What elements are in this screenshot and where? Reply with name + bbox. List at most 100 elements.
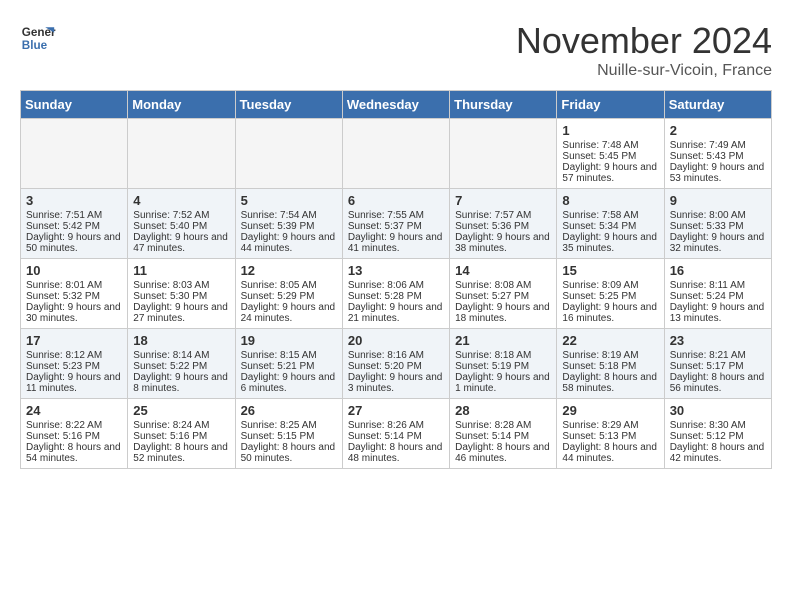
calendar-week: 17Sunrise: 8:12 AMSunset: 5:23 PMDayligh…	[21, 329, 772, 399]
day-number: 12	[241, 263, 337, 278]
calendar-cell: 11Sunrise: 8:03 AMSunset: 5:30 PMDayligh…	[128, 259, 235, 329]
dow-header: Monday	[128, 91, 235, 119]
calendar-cell	[128, 119, 235, 189]
calendar-table: SundayMondayTuesdayWednesdayThursdayFrid…	[20, 90, 772, 469]
dow-header: Tuesday	[235, 91, 342, 119]
day-info: Sunrise: 7:54 AM	[241, 210, 337, 221]
calendar-cell: 1Sunrise: 7:48 AMSunset: 5:45 PMDaylight…	[557, 119, 664, 189]
day-info: Sunrise: 8:26 AM	[348, 420, 444, 431]
day-number: 6	[348, 193, 444, 208]
day-info: Sunrise: 8:16 AM	[348, 350, 444, 361]
day-number: 28	[455, 403, 551, 418]
day-info: Daylight: 8 hours and 44 minutes.	[562, 442, 658, 464]
day-number: 16	[670, 263, 766, 278]
calendar-cell: 6Sunrise: 7:55 AMSunset: 5:37 PMDaylight…	[342, 189, 449, 259]
day-number: 19	[241, 333, 337, 348]
day-number: 10	[26, 263, 122, 278]
day-number: 8	[562, 193, 658, 208]
days-of-week-row: SundayMondayTuesdayWednesdayThursdayFrid…	[21, 91, 772, 119]
day-info: Sunrise: 8:29 AM	[562, 420, 658, 431]
day-info: Daylight: 9 hours and 57 minutes.	[562, 162, 658, 184]
calendar-cell: 16Sunrise: 8:11 AMSunset: 5:24 PMDayligh…	[664, 259, 771, 329]
calendar-cell: 18Sunrise: 8:14 AMSunset: 5:22 PMDayligh…	[128, 329, 235, 399]
calendar-cell	[235, 119, 342, 189]
day-info: Sunset: 5:25 PM	[562, 291, 658, 302]
day-info: Daylight: 9 hours and 44 minutes.	[241, 232, 337, 254]
day-info: Daylight: 8 hours and 50 minutes.	[241, 442, 337, 464]
calendar-week: 1Sunrise: 7:48 AMSunset: 5:45 PMDaylight…	[21, 119, 772, 189]
day-info: Sunrise: 7:57 AM	[455, 210, 551, 221]
calendar-cell: 7Sunrise: 7:57 AMSunset: 5:36 PMDaylight…	[450, 189, 557, 259]
day-info: Sunset: 5:24 PM	[670, 291, 766, 302]
day-info: Sunrise: 8:28 AM	[455, 420, 551, 431]
day-number: 13	[348, 263, 444, 278]
day-info: Daylight: 8 hours and 58 minutes.	[562, 372, 658, 394]
dow-header: Thursday	[450, 91, 557, 119]
day-number: 5	[241, 193, 337, 208]
day-info: Daylight: 9 hours and 6 minutes.	[241, 372, 337, 394]
day-info: Sunrise: 8:05 AM	[241, 280, 337, 291]
day-info: Sunrise: 8:18 AM	[455, 350, 551, 361]
calendar-cell: 13Sunrise: 8:06 AMSunset: 5:28 PMDayligh…	[342, 259, 449, 329]
day-info: Daylight: 8 hours and 56 minutes.	[670, 372, 766, 394]
day-number: 11	[133, 263, 229, 278]
calendar-cell: 28Sunrise: 8:28 AMSunset: 5:14 PMDayligh…	[450, 399, 557, 469]
day-info: Daylight: 8 hours and 48 minutes.	[348, 442, 444, 464]
day-info: Daylight: 9 hours and 18 minutes.	[455, 302, 551, 324]
month-title: November 2024	[516, 20, 772, 62]
day-info: Daylight: 9 hours and 53 minutes.	[670, 162, 766, 184]
day-info: Sunrise: 8:19 AM	[562, 350, 658, 361]
day-info: Sunrise: 7:48 AM	[562, 140, 658, 151]
day-info: Sunrise: 8:00 AM	[670, 210, 766, 221]
day-info: Sunset: 5:45 PM	[562, 151, 658, 162]
calendar-cell: 12Sunrise: 8:05 AMSunset: 5:29 PMDayligh…	[235, 259, 342, 329]
day-number: 7	[455, 193, 551, 208]
day-info: Sunset: 5:21 PM	[241, 361, 337, 372]
logo: General Blue	[20, 20, 56, 56]
day-number: 26	[241, 403, 337, 418]
calendar-cell: 27Sunrise: 8:26 AMSunset: 5:14 PMDayligh…	[342, 399, 449, 469]
day-number: 24	[26, 403, 122, 418]
day-info: Sunset: 5:40 PM	[133, 221, 229, 232]
calendar-body: 1Sunrise: 7:48 AMSunset: 5:45 PMDaylight…	[21, 119, 772, 469]
calendar-cell: 3Sunrise: 7:51 AMSunset: 5:42 PMDaylight…	[21, 189, 128, 259]
day-info: Sunrise: 8:14 AM	[133, 350, 229, 361]
day-info: Sunset: 5:43 PM	[670, 151, 766, 162]
day-info: Sunrise: 8:30 AM	[670, 420, 766, 431]
day-info: Daylight: 9 hours and 38 minutes.	[455, 232, 551, 254]
calendar-cell: 19Sunrise: 8:15 AMSunset: 5:21 PMDayligh…	[235, 329, 342, 399]
day-info: Sunrise: 8:25 AM	[241, 420, 337, 431]
day-info: Sunset: 5:33 PM	[670, 221, 766, 232]
day-info: Sunset: 5:12 PM	[670, 431, 766, 442]
day-info: Daylight: 9 hours and 27 minutes.	[133, 302, 229, 324]
day-number: 27	[348, 403, 444, 418]
day-info: Sunrise: 7:58 AM	[562, 210, 658, 221]
day-info: Sunset: 5:20 PM	[348, 361, 444, 372]
calendar-cell: 8Sunrise: 7:58 AMSunset: 5:34 PMDaylight…	[557, 189, 664, 259]
calendar-cell: 9Sunrise: 8:00 AMSunset: 5:33 PMDaylight…	[664, 189, 771, 259]
day-number: 3	[26, 193, 122, 208]
day-number: 14	[455, 263, 551, 278]
day-info: Sunrise: 7:49 AM	[670, 140, 766, 151]
day-info: Sunset: 5:32 PM	[26, 291, 122, 302]
day-number: 18	[133, 333, 229, 348]
day-number: 4	[133, 193, 229, 208]
calendar-cell: 29Sunrise: 8:29 AMSunset: 5:13 PMDayligh…	[557, 399, 664, 469]
day-info: Sunrise: 8:12 AM	[26, 350, 122, 361]
day-info: Sunset: 5:15 PM	[241, 431, 337, 442]
calendar-week: 10Sunrise: 8:01 AMSunset: 5:32 PMDayligh…	[21, 259, 772, 329]
day-info: Sunrise: 8:24 AM	[133, 420, 229, 431]
day-info: Daylight: 8 hours and 46 minutes.	[455, 442, 551, 464]
day-info: Daylight: 9 hours and 8 minutes.	[133, 372, 229, 394]
day-info: Sunrise: 8:22 AM	[26, 420, 122, 431]
day-info: Daylight: 8 hours and 52 minutes.	[133, 442, 229, 464]
day-info: Sunrise: 8:08 AM	[455, 280, 551, 291]
day-info: Sunset: 5:16 PM	[133, 431, 229, 442]
day-info: Daylight: 9 hours and 30 minutes.	[26, 302, 122, 324]
day-info: Sunrise: 7:52 AM	[133, 210, 229, 221]
day-info: Sunrise: 7:51 AM	[26, 210, 122, 221]
day-info: Daylight: 9 hours and 16 minutes.	[562, 302, 658, 324]
day-info: Sunset: 5:23 PM	[26, 361, 122, 372]
calendar-week: 24Sunrise: 8:22 AMSunset: 5:16 PMDayligh…	[21, 399, 772, 469]
day-info: Sunset: 5:29 PM	[241, 291, 337, 302]
